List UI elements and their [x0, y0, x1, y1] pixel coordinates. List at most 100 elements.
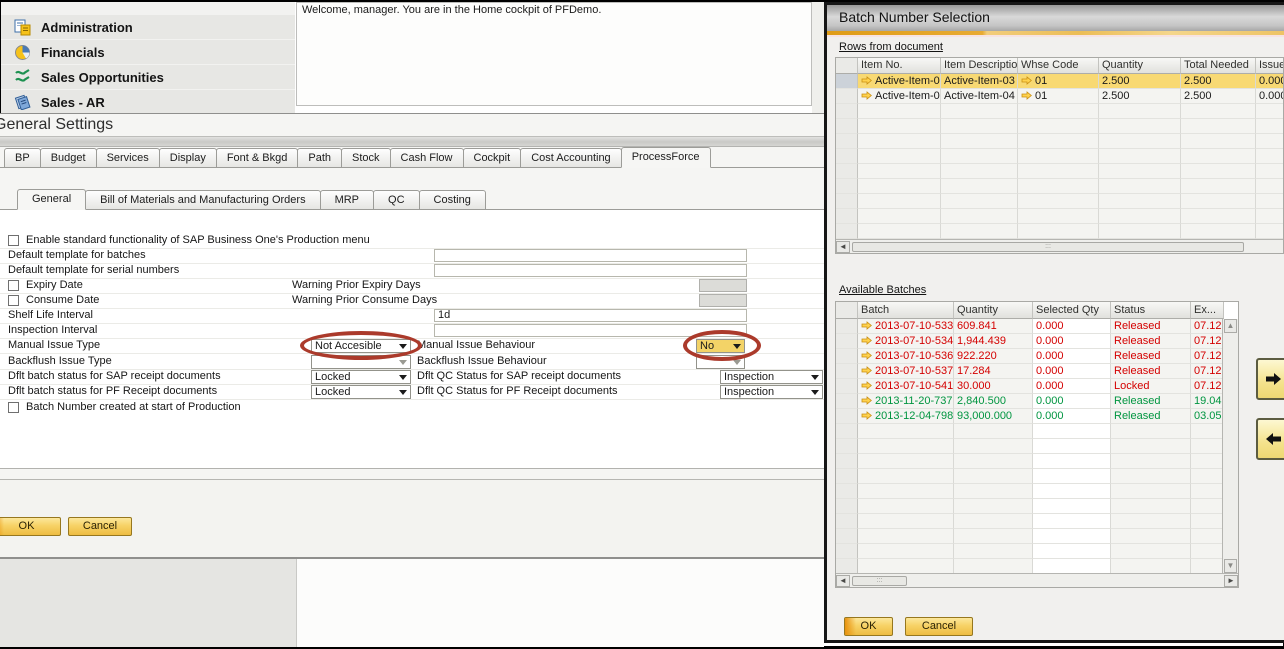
tab-cash-flow[interactable]: Cash Flow: [390, 148, 464, 168]
cell-selected-qty[interactable]: 0.000: [1033, 349, 1111, 364]
sidebar-item-sales-opportunities[interactable]: Sales Opportunities: [1, 65, 295, 89]
table-row[interactable]: Active-Item-0Active-Item-04012.5002.5000…: [836, 89, 1283, 104]
cell-quantity[interactable]: 1,944.439: [954, 334, 1033, 349]
cell-batch[interactable]: 2013-12-04-798: [858, 409, 954, 424]
link-arrow-icon[interactable]: [861, 90, 872, 104]
cell-total-needed[interactable]: 2.500: [1181, 89, 1256, 104]
table-empty-row[interactable]: [836, 439, 1238, 454]
batches-table-hscrollbar[interactable]: ◄:::►: [836, 573, 1238, 587]
link-arrow-icon[interactable]: [861, 350, 872, 364]
cell-selected-qty[interactable]: 0.000: [1033, 334, 1111, 349]
tab-processforce[interactable]: ProcessForce: [621, 147, 711, 168]
cell-batch[interactable]: 2013-07-10-537: [858, 364, 954, 379]
shelf-life-interval-input[interactable]: 1d: [434, 309, 747, 322]
dialog-cancel-button[interactable]: Cancel: [905, 617, 973, 636]
cell-selected-qty[interactable]: 0.000: [1033, 394, 1111, 409]
default-template-serials-input[interactable]: [434, 264, 747, 277]
table-row[interactable]: 2013-11-20-7372,840.5000.000Released19.0…: [836, 394, 1238, 409]
sidebar-item-financials[interactable]: Financials: [1, 40, 295, 64]
cell-total-needed[interactable]: 2.500: [1181, 74, 1256, 89]
cell-item-description[interactable]: Active-Item-04: [941, 89, 1018, 104]
dflt-qc-status-pf-dropdown[interactable]: Inspection: [720, 385, 823, 399]
table-row[interactable]: 2013-12-04-79893,000.0000.000Released03.…: [836, 409, 1238, 424]
enable-standard-functionality-checkbox[interactable]: [8, 235, 19, 246]
tab-budget[interactable]: Budget: [40, 148, 97, 168]
table-row[interactable]: 2013-07-10-536922.2200.000Released07.12.: [836, 349, 1238, 364]
scroll-up-button[interactable]: ▲: [1224, 319, 1237, 333]
cell-quantity[interactable]: 2.500: [1099, 74, 1181, 89]
subtab-mrp[interactable]: MRP: [320, 190, 374, 210]
cell-whse-code[interactable]: 01: [1018, 74, 1099, 89]
cell-selected-qty[interactable]: 0.000: [1033, 364, 1111, 379]
table-row[interactable]: Active-Item-0Active-Item-03012.5002.5000…: [836, 74, 1283, 89]
table-empty-row[interactable]: [836, 194, 1283, 209]
move-right-button[interactable]: [1256, 358, 1284, 400]
tab-path[interactable]: Path: [297, 148, 342, 168]
sidebar-item-sales-ar[interactable]: Sales - AR: [1, 90, 295, 113]
table-empty-row[interactable]: [836, 179, 1283, 194]
link-arrow-icon[interactable]: [861, 335, 872, 349]
default-template-batches-input[interactable]: [434, 249, 747, 262]
cell-selected-qty[interactable]: 0.000: [1033, 319, 1111, 334]
table-empty-row[interactable]: [836, 164, 1283, 179]
row-selector[interactable]: [836, 334, 858, 349]
dialog-ok-button[interactable]: OK: [844, 617, 893, 636]
row-selector[interactable]: [836, 319, 858, 334]
batches-table-vscrollbar[interactable]: ▲▼: [1222, 319, 1238, 573]
subtab-general[interactable]: General: [17, 189, 86, 210]
subtab-qc[interactable]: QC: [373, 190, 420, 210]
cell-item-no[interactable]: Active-Item-0: [858, 74, 941, 89]
cell-issued[interactable]: 0.000: [1256, 74, 1284, 89]
row-selector[interactable]: [836, 409, 858, 424]
cell-quantity[interactable]: 30.000: [954, 379, 1033, 394]
dflt-batch-status-sap-dropdown[interactable]: Locked: [311, 370, 411, 384]
cell-quantity[interactable]: 609.841: [954, 319, 1033, 334]
tab-font-bkgd[interactable]: Font & Bkgd: [216, 148, 299, 168]
cell-selected-qty[interactable]: 0.000: [1033, 379, 1111, 394]
cell-whse-code[interactable]: 01: [1018, 89, 1099, 104]
scroll-left-button[interactable]: ◄: [836, 241, 850, 253]
table-empty-row[interactable]: [836, 514, 1238, 529]
table-empty-row[interactable]: [836, 529, 1238, 544]
row-selector[interactable]: [836, 349, 858, 364]
row-selector[interactable]: [836, 394, 858, 409]
cancel-button[interactable]: Cancel: [68, 517, 132, 536]
table-row[interactable]: 2013-07-10-5341,944.4390.000Released07.1…: [836, 334, 1238, 349]
row-selector[interactable]: [836, 89, 858, 104]
tab-stock[interactable]: Stock: [341, 148, 391, 168]
cell-batch[interactable]: 2013-07-10-534: [858, 334, 954, 349]
table-empty-row[interactable]: [836, 134, 1283, 149]
table-empty-row[interactable]: [836, 544, 1238, 559]
table-empty-row[interactable]: [836, 454, 1238, 469]
table-row[interactable]: 2013-07-10-53717.2840.000Released07.12.: [836, 364, 1238, 379]
cell-quantity[interactable]: 922.220: [954, 349, 1033, 364]
link-arrow-icon[interactable]: [861, 410, 872, 424]
cell-quantity[interactable]: 2.500: [1099, 89, 1181, 104]
table-empty-row[interactable]: [836, 149, 1283, 164]
table-empty-row[interactable]: [836, 424, 1238, 439]
cell-batch[interactable]: 2013-07-10-541: [858, 379, 954, 394]
scroll-left-button[interactable]: ◄: [836, 575, 850, 587]
table-empty-row[interactable]: [836, 209, 1283, 224]
scroll-thumb[interactable]: :::: [852, 576, 907, 586]
cell-item-description[interactable]: Active-Item-03: [941, 74, 1018, 89]
link-arrow-icon[interactable]: [1021, 75, 1032, 89]
subtab-bill-of-materials-and-manufacturing-orders[interactable]: Bill of Materials and Manufacturing Orde…: [85, 190, 320, 210]
batch-number-start-checkbox[interactable]: [8, 402, 19, 413]
cell-batch[interactable]: 2013-07-10-536: [858, 349, 954, 364]
table-empty-row[interactable]: [836, 469, 1238, 484]
row-selector[interactable]: [836, 364, 858, 379]
tab-cockpit[interactable]: Cockpit: [463, 148, 522, 168]
cell-issued[interactable]: 0.000: [1256, 89, 1284, 104]
dflt-qc-status-sap-dropdown[interactable]: Inspection: [720, 370, 823, 384]
cell-quantity[interactable]: 17.284: [954, 364, 1033, 379]
cell-quantity[interactable]: 2,840.500: [954, 394, 1033, 409]
table-empty-row[interactable]: [836, 559, 1238, 574]
cell-selected-qty[interactable]: 0.000: [1033, 409, 1111, 424]
subtab-costing[interactable]: Costing: [419, 190, 486, 210]
link-arrow-icon[interactable]: [1021, 90, 1032, 104]
table-empty-row[interactable]: [836, 484, 1238, 499]
sidebar-item-administration[interactable]: Administration: [1, 15, 295, 39]
link-arrow-icon[interactable]: [861, 395, 872, 409]
row-selector[interactable]: [836, 379, 858, 394]
